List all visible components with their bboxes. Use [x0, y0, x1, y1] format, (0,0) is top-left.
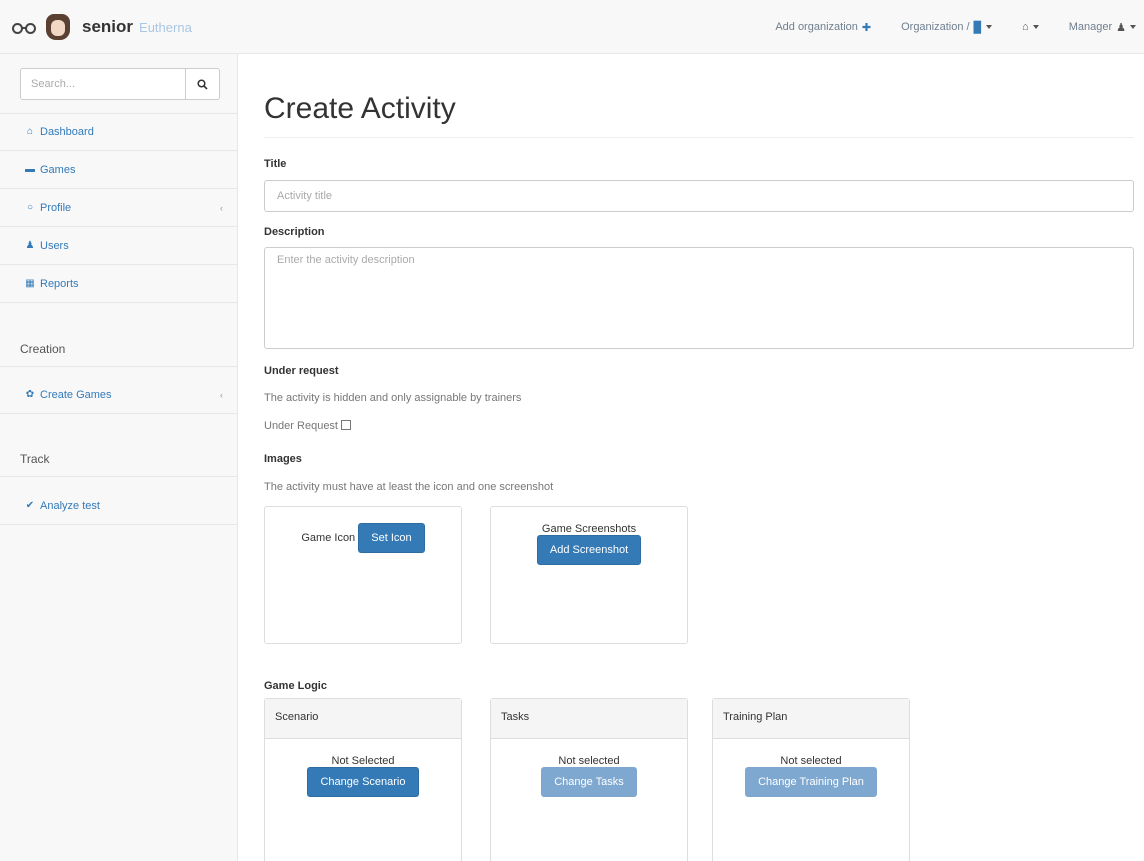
- change-tasks-button[interactable]: Change Tasks: [541, 767, 637, 797]
- brand-name: senior: [82, 17, 134, 36]
- description-label: Description: [264, 226, 325, 238]
- game-logic-label: Game Logic: [264, 680, 327, 692]
- chevron-left-icon: ‹: [220, 202, 223, 213]
- sidebar-item-profile[interactable]: ○ Profile ‹: [0, 189, 237, 227]
- game-icon-label: Game Icon: [301, 532, 356, 544]
- scenario-status: Not Selected: [331, 755, 395, 767]
- sidebar-divider: [0, 476, 237, 477]
- senior-face-icon: [46, 14, 70, 40]
- training-plan-status: Not selected: [780, 755, 842, 767]
- scenario-panel: Scenario Not Selected Change Scenario: [264, 698, 462, 861]
- under-request-checkbox-row[interactable]: Under Request: [264, 420, 351, 432]
- main-content: Create Activity Title Description Under …: [238, 54, 1144, 861]
- sidebar-item-label: Users: [40, 239, 69, 252]
- sidebar-item-dashboard[interactable]: ⌂ Dashboard: [0, 113, 237, 151]
- add-screenshot-button[interactable]: Add Screenshot: [536, 535, 642, 565]
- sidebar-divider: [0, 366, 237, 367]
- images-label: Images: [264, 453, 302, 465]
- sidebar-item-label: Analyze test: [40, 499, 100, 512]
- game-screenshots-box: Game Screenshots Add Screenshot: [490, 506, 688, 644]
- check-icon: ✔: [25, 500, 35, 511]
- training-plan-panel: Training Plan Not selected Change Traini…: [712, 698, 910, 861]
- sidebar-search: [20, 68, 220, 100]
- brand-logo[interactable]: senior Eutherna: [10, 12, 238, 42]
- home-icon: ⌂: [1022, 21, 1029, 33]
- circle-icon: ○: [26, 202, 34, 213]
- sidebar-item-label: Profile: [40, 201, 72, 214]
- sidebar-item-reports[interactable]: ▦ Reports: [0, 265, 237, 303]
- under-request-label: Under request: [264, 365, 339, 377]
- tasks-status: Not selected: [558, 755, 620, 767]
- home-dropdown[interactable]: ⌂: [1022, 21, 1039, 33]
- under-request-help: The activity is hidden and only assignab…: [264, 392, 522, 404]
- user-icon: ♟: [25, 240, 35, 251]
- sidebar-item-label: Create Games: [40, 388, 112, 401]
- sidebar-item-label: Games: [40, 163, 76, 176]
- gear-icon: ✿: [25, 389, 35, 400]
- title-label: Title: [264, 158, 287, 170]
- sidebar-item-label: Reports: [40, 277, 79, 290]
- chevron-left-icon: ‹: [220, 389, 223, 400]
- user-dropdown[interactable]: Manager ♟: [1069, 21, 1136, 34]
- under-request-checkbox[interactable]: [341, 420, 351, 430]
- plus-circle-icon: ✚: [861, 21, 872, 34]
- sidebar-item-games[interactable]: ▬ Games: [0, 151, 237, 189]
- panel-title: Training Plan: [713, 699, 909, 739]
- user-icon: ♟: [1116, 21, 1126, 34]
- search-icon: [197, 78, 208, 90]
- panel-title: Tasks: [491, 699, 687, 739]
- glasses-icon: [10, 16, 40, 38]
- description-textarea[interactable]: [264, 247, 1134, 349]
- chart-icon: ▦: [25, 278, 35, 289]
- sidebar-heading-creation: Creation: [20, 342, 66, 356]
- organization-dropdown[interactable]: Organization / ▉: [901, 21, 993, 34]
- sidebar-item-analyze-test[interactable]: ✔ Analyze test: [0, 487, 237, 525]
- add-organization-link[interactable]: Add organization ✚: [775, 21, 871, 34]
- caret-down-icon: [1130, 25, 1136, 29]
- title-input[interactable]: [264, 180, 1134, 212]
- user-label: Manager: [1068, 21, 1113, 33]
- sidebar: ⌂ Dashboard ▬ Games ○ Profile ‹ ♟ Users …: [0, 54, 238, 861]
- home-icon: ⌂: [26, 126, 34, 137]
- images-help: The activity must have at least the icon…: [264, 481, 554, 493]
- search-button[interactable]: [186, 68, 220, 100]
- under-request-checkbox-label: Under Request: [264, 420, 338, 432]
- page-title: Create Activity: [264, 92, 456, 125]
- caret-down-icon: [986, 25, 993, 29]
- top-navbar: senior Eutherna Add organization ✚ Organ…: [0, 0, 1144, 54]
- brand-subtitle: Eutherna: [139, 19, 192, 35]
- change-training-plan-button[interactable]: Change Training Plan: [745, 767, 877, 797]
- sidebar-item-create-games[interactable]: ✿ Create Games ‹: [0, 376, 237, 414]
- game-screenshots-label: Game Screenshots: [541, 523, 637, 535]
- game-icon-box: Game Icon Set Icon: [264, 506, 462, 644]
- tasks-panel: Tasks Not selected Change Tasks: [490, 698, 688, 861]
- title-divider: [264, 137, 1134, 138]
- organization-label: Organization /: [901, 21, 970, 33]
- sidebar-heading-track: Track: [20, 452, 50, 466]
- panel-title: Scenario: [265, 699, 461, 739]
- building-icon: ▉: [973, 21, 983, 34]
- search-input[interactable]: [20, 68, 186, 100]
- caret-down-icon: [1032, 25, 1039, 29]
- add-organization-label: Add organization: [775, 21, 858, 33]
- set-icon-button[interactable]: Set Icon: [358, 523, 425, 553]
- sidebar-item-users[interactable]: ♟ Users: [0, 227, 237, 265]
- gamepad-icon: ▬: [25, 164, 35, 175]
- change-scenario-button[interactable]: Change Scenario: [307, 767, 419, 797]
- sidebar-item-label: Dashboard: [40, 125, 94, 138]
